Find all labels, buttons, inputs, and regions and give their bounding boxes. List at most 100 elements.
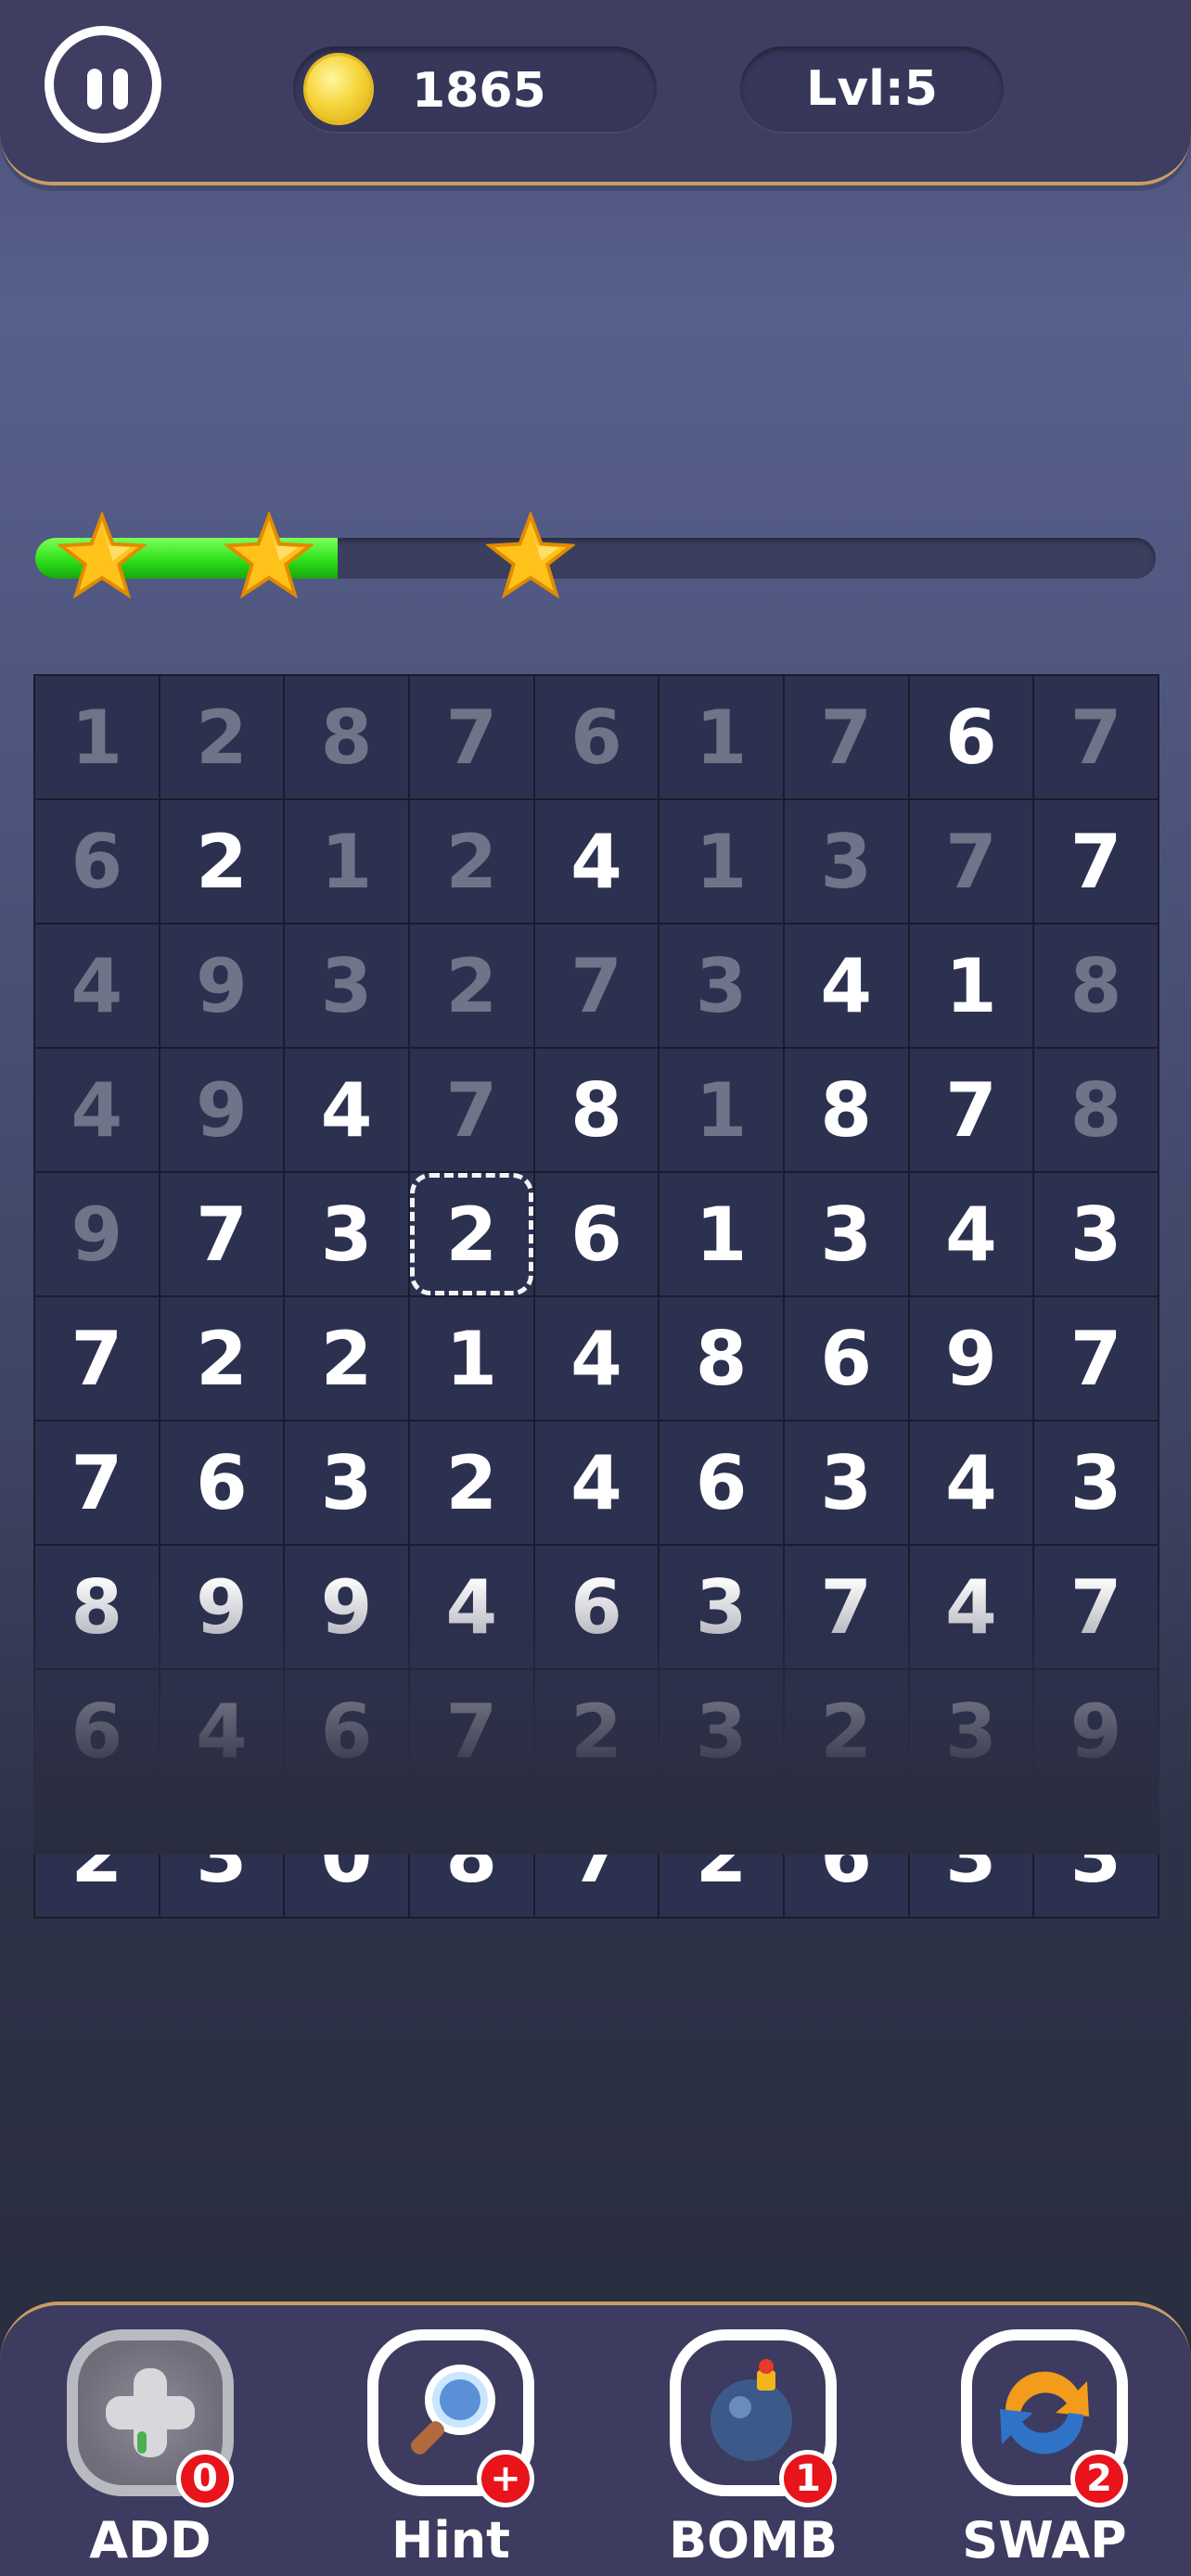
grid-cell[interactable]: 9 [909,1297,1035,1422]
grid-cell[interactable]: 3 [784,1422,910,1546]
grid-cell[interactable]: 1 [660,800,785,925]
grid-cell[interactable]: 2 [784,1670,910,1794]
grid-cell[interactable]: 4 [909,1173,1035,1297]
grid-cell[interactable]: 7 [784,676,910,800]
grid-cell[interactable]: 2 [534,1670,660,1794]
grid-cell[interactable]: 8 [1034,925,1159,1049]
grid-cell[interactable]: 1 [409,1297,535,1422]
top-bar: 1865 Lvl:5 [0,0,1191,185]
grid-cell[interactable]: 1 [660,1173,785,1297]
grid-cell[interactable]: 3 [1034,1794,1159,1919]
grid-cell[interactable]: 7 [409,676,535,800]
grid-cell[interactable]: 7 [35,1422,160,1546]
grid-cell[interactable]: 7 [534,925,660,1049]
grid-cell[interactable]: 6 [35,1670,160,1794]
grid-cell[interactable]: 3 [1034,1422,1159,1546]
grid-cell[interactable]: 9 [160,1546,286,1670]
grid-cell-selected[interactable]: 2 [409,1173,535,1297]
grid-cell[interactable]: 3 [784,1173,910,1297]
grid-cell[interactable]: 3 [160,1794,286,1919]
grid-cell[interactable]: 6 [784,1297,910,1422]
grid-cell[interactable]: 4 [285,1049,410,1173]
grid-cell[interactable]: 2 [160,1297,286,1422]
grid-cell[interactable]: 3 [909,1670,1035,1794]
grid-cell[interactable]: 0 [285,1794,410,1919]
grid-cell[interactable]: 1 [35,676,160,800]
grid-cell[interactable]: 2 [409,800,535,925]
grid-cell[interactable]: 6 [35,800,160,925]
grid-cell[interactable]: 8 [285,676,410,800]
grid-cell[interactable]: 1 [909,925,1035,1049]
grid-cell[interactable]: 4 [909,1422,1035,1546]
grid-cell[interactable]: 2 [660,1794,785,1919]
grid-cell[interactable]: 4 [35,925,160,1049]
grid-cell[interactable]: 7 [1034,1297,1159,1422]
grid-cell[interactable]: 3 [660,1670,785,1794]
grid-cell[interactable]: 2 [285,1297,410,1422]
grid-cell[interactable]: 1 [285,800,410,925]
grid-cell[interactable]: 4 [534,800,660,925]
grid-cell[interactable]: 7 [35,1297,160,1422]
grid-cell[interactable]: 6 [534,1546,660,1670]
grid-cell[interactable]: 4 [160,1670,286,1794]
grid-cell[interactable]: 9 [160,925,286,1049]
grid-cell[interactable]: 8 [35,1546,160,1670]
grid-cell[interactable]: 6 [660,1422,785,1546]
grid-cell[interactable]: 7 [909,1049,1035,1173]
grid-cell[interactable]: 2 [409,1422,535,1546]
grid-cell[interactable]: 1 [660,1049,785,1173]
grid-cell[interactable]: 8 [660,1297,785,1422]
grid-cell[interactable]: 2 [160,800,286,925]
grid-cell[interactable]: 3 [660,925,785,1049]
swap-arrows-icon [1000,2371,1089,2455]
grid-cell[interactable]: 9 [1034,1670,1159,1794]
magnifier-icon [411,2365,495,2455]
grid-cell[interactable]: 4 [784,925,910,1049]
grid-cell[interactable]: 3 [1034,1173,1159,1297]
grid-cell[interactable]: 4 [909,1546,1035,1670]
grid-cell[interactable]: 7 [160,1173,286,1297]
grid-cell[interactable]: 9 [285,1546,410,1670]
grid-cell[interactable]: 7 [1034,800,1159,925]
grid-cell[interactable]: 3 [784,800,910,925]
grid-cell[interactable]: 2 [35,1794,160,1919]
pause-button[interactable] [45,26,161,143]
grid-cell[interactable]: 7 [784,1546,910,1670]
grid-cell[interactable]: 9 [160,1049,286,1173]
grid-cell[interactable]: 6 [784,1794,910,1919]
grid-cell[interactable]: 8 [784,1049,910,1173]
grid-cell[interactable]: 3 [285,925,410,1049]
grid-cell[interactable]: 4 [534,1297,660,1422]
grid-cell[interactable]: 4 [409,1546,535,1670]
bomb-icon [711,2359,792,2461]
grid-cell[interactable]: 2 [160,676,286,800]
add-button[interactable]: 0 ADD [58,2329,243,2576]
grid-cell[interactable]: 7 [909,800,1035,925]
grid-cell[interactable]: 7 [534,1794,660,1919]
grid-cell[interactable]: 3 [660,1546,785,1670]
grid-cell[interactable]: 8 [1034,1049,1159,1173]
grid-cell[interactable]: 8 [409,1794,535,1919]
grid-cell[interactable]: 6 [534,676,660,800]
grid-cell[interactable]: 9 [35,1173,160,1297]
swap-button[interactable]: 2 SWAP [952,2329,1137,2576]
grid-cell[interactable]: 7 [1034,1546,1159,1670]
grid-cell[interactable]: 1 [660,676,785,800]
plus-icon [106,2368,195,2457]
grid-cell[interactable]: 6 [160,1422,286,1546]
grid-cell[interactable]: 3 [285,1173,410,1297]
grid-cell[interactable]: 6 [285,1670,410,1794]
hint-button[interactable]: + Hint [358,2329,544,2576]
grid-cell[interactable]: 2 [409,925,535,1049]
grid-cell[interactable]: 4 [35,1049,160,1173]
grid-cell[interactable]: 8 [534,1049,660,1173]
grid-cell[interactable]: 6 [534,1173,660,1297]
grid-cell[interactable]: 7 [1034,676,1159,800]
grid-cell[interactable]: 7 [409,1049,535,1173]
grid-cell[interactable]: 4 [534,1422,660,1546]
grid-cell[interactable]: 3 [285,1422,410,1546]
bomb-button[interactable]: 1 BOMB [660,2329,846,2576]
grid-cell[interactable]: 3 [909,1794,1035,1919]
grid-cell[interactable]: 7 [409,1670,535,1794]
grid-cell[interactable]: 6 [909,676,1035,800]
